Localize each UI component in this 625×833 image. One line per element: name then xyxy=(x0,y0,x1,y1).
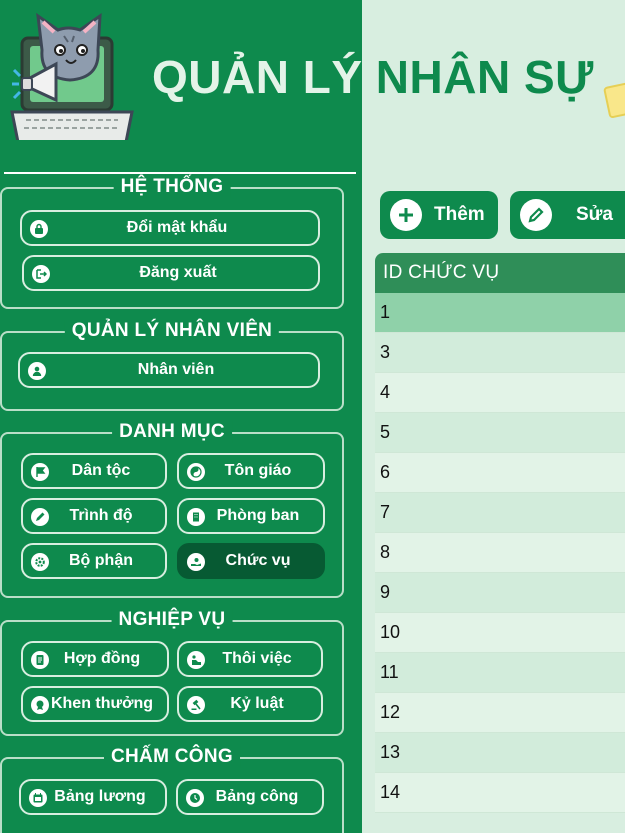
page-title: QUẢN LÝ NHÂN SỰ xyxy=(152,50,594,104)
group-title-quan-ly-nhan-vien: QUẢN LÝ NHÂN VIÊN xyxy=(64,320,280,342)
table-row[interactable]: 3 xyxy=(375,333,625,373)
logout-label: Đăng xuất xyxy=(139,264,217,281)
education-label: Trình độ xyxy=(69,507,133,524)
sidebar: HỆ THỐNG Đổi mật khẩu Đăng xuất QUẢN LÝ … xyxy=(0,172,362,833)
logout-icon xyxy=(32,265,50,283)
pencil-icon xyxy=(31,508,49,526)
plus-icon xyxy=(390,199,422,231)
table-row[interactable]: 7 xyxy=(375,493,625,533)
table-row[interactable]: 9 xyxy=(375,573,625,613)
timesheet-label: Bảng công xyxy=(215,788,299,805)
department-button[interactable]: Phòng ban xyxy=(177,498,325,534)
building-icon xyxy=(187,508,205,526)
group-he-thong: HỆ THỐNG Đổi mật khẩu Đăng xuất xyxy=(0,176,344,309)
gear-icon xyxy=(31,553,49,571)
cat-laptop-logo xyxy=(10,12,134,140)
employee-label: Nhân viên xyxy=(137,361,215,378)
table-row[interactable]: 13 xyxy=(375,733,625,773)
payroll-button[interactable]: Bảng lương xyxy=(19,779,167,815)
gavel-icon xyxy=(187,696,205,714)
table-row[interactable]: 8 xyxy=(375,533,625,573)
change-password-button[interactable]: Đổi mật khẩu xyxy=(20,210,320,246)
header: QUẢN LÝ NHÂN SỰ xyxy=(0,0,625,172)
contract-button[interactable]: Hợp đồng xyxy=(21,641,169,677)
sidebar-divider xyxy=(4,172,356,174)
hand-coin-icon xyxy=(187,553,205,571)
ethnicity-label: Dân tộc xyxy=(71,462,131,479)
discipline-label: Kỷ luật xyxy=(230,695,284,712)
column-header-id-chuc-vu[interactable]: ID CHỨC VỤ xyxy=(375,253,625,293)
reward-button[interactable]: Khen thưởng xyxy=(21,686,169,722)
add-label: Thêm xyxy=(434,204,485,225)
logout-button[interactable]: Đăng xuất xyxy=(22,255,320,291)
resignation-label: Thôi việc xyxy=(222,650,292,667)
lock-icon xyxy=(30,220,48,238)
sticky-note-icon xyxy=(603,81,625,119)
education-button[interactable]: Trình độ xyxy=(21,498,167,534)
resignation-button[interactable]: Thôi việc xyxy=(177,641,323,677)
group-quan-ly-nhan-vien: QUẢN LÝ NHÂN VIÊN Nhân viên xyxy=(0,320,344,411)
add-button[interactable]: Thêm xyxy=(380,191,498,239)
religion-button[interactable]: Tôn giáo xyxy=(177,453,325,489)
group-title-cham-cong: CHẤM CÔNG xyxy=(104,746,240,768)
table-row[interactable]: 14 xyxy=(375,773,625,813)
reward-label: Khen thưởng xyxy=(50,695,154,712)
table-row[interactable]: 10 xyxy=(375,613,625,653)
table-row[interactable]: 12 xyxy=(375,693,625,733)
person-desk-icon xyxy=(187,651,205,669)
group-title-danh-muc: DANH MỤC xyxy=(112,421,232,443)
division-label: Bộ phận xyxy=(69,552,133,569)
group-cham-cong: CHẤM CÔNG Bảng lương Bảng công xyxy=(0,746,344,833)
position-label: Chức vụ xyxy=(225,552,291,569)
change-password-label: Đổi mật khẩu xyxy=(126,219,228,236)
table-row[interactable]: 5 xyxy=(375,413,625,453)
position-button[interactable]: Chức vụ xyxy=(177,543,325,579)
pencil-icon xyxy=(520,199,552,231)
group-danh-muc: DANH MỤC Dân tộc Tôn giáo Trình độ Phòng… xyxy=(0,421,344,598)
table-row[interactable]: 1 xyxy=(375,293,625,333)
department-label: Phòng ban xyxy=(216,507,300,524)
document-icon xyxy=(31,651,49,669)
table-row[interactable]: 11 xyxy=(375,653,625,693)
contract-label: Hợp đồng xyxy=(63,650,141,667)
edit-label: Sửa xyxy=(576,204,613,225)
yin-yang-icon xyxy=(187,463,205,481)
user-icon xyxy=(28,362,46,380)
group-nghiep-vu: NGHIỆP VỤ Hợp đồng Thôi việc Khen thưởng… xyxy=(0,609,344,736)
clock-icon xyxy=(186,789,204,807)
title-part-2: NHÂN SỰ xyxy=(375,51,594,103)
edit-button[interactable]: Sửa xyxy=(510,191,625,239)
title-part-1: QUẢN LÝ xyxy=(152,51,363,103)
group-title-he-thong: HỆ THỐNG xyxy=(113,176,231,198)
table-row[interactable]: 6 xyxy=(375,453,625,493)
payroll-label: Bảng lương xyxy=(54,788,146,805)
ethnicity-button[interactable]: Dân tộc xyxy=(21,453,167,489)
employee-button[interactable]: Nhân viên xyxy=(18,352,320,388)
discipline-button[interactable]: Kỷ luật xyxy=(177,686,323,722)
table-row[interactable]: 4 xyxy=(375,373,625,413)
calendar-icon xyxy=(29,789,47,807)
group-title-nghiep-vu: NGHIỆP VỤ xyxy=(111,609,233,631)
religion-label: Tôn giáo xyxy=(224,462,292,479)
division-button[interactable]: Bộ phận xyxy=(21,543,167,579)
timesheet-button[interactable]: Bảng công xyxy=(176,779,324,815)
flag-icon xyxy=(31,463,49,481)
medal-icon xyxy=(31,696,49,714)
position-table: ID CHỨC VỤ 1 3 4 5 6 7 8 9 10 11 12 13 1… xyxy=(375,253,625,825)
